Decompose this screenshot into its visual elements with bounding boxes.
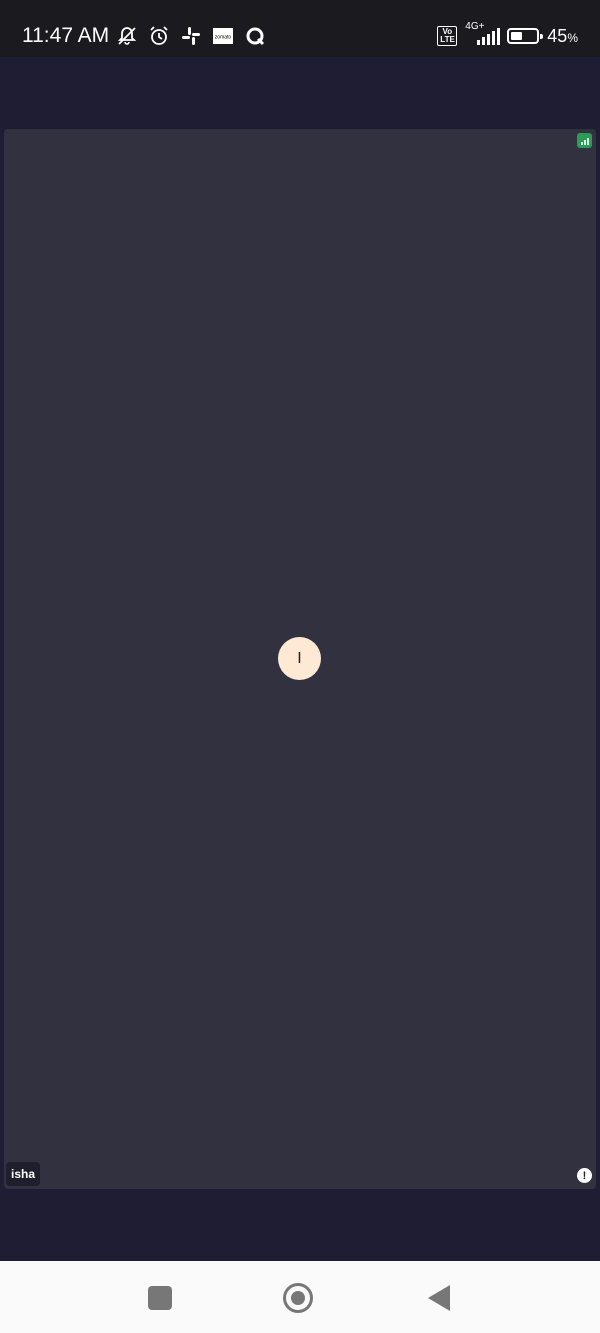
status-time: 11:47 AM: [22, 24, 110, 47]
cellular-signal-icon: 4G+: [465, 22, 501, 47]
recents-icon: [148, 1286, 172, 1310]
recents-button[interactable]: [147, 1285, 173, 1311]
participant-name-tag: isha: [6, 1162, 41, 1186]
system-icons: Vo LTE 4G+ 45%: [437, 22, 578, 48]
navigation-bar: [0, 1261, 600, 1333]
signal-strength-icon[interactable]: [577, 133, 592, 148]
participant-video-tile[interactable]: I isha !: [4, 129, 596, 1189]
home-icon: [283, 1283, 313, 1313]
battery-fill: [511, 32, 523, 40]
battery-percent: 45%: [547, 25, 578, 46]
back-icon: [428, 1285, 450, 1311]
mute-icon: [116, 25, 138, 47]
q-app-icon: [244, 25, 266, 47]
battery-icon: [507, 28, 544, 44]
slack-icon: [180, 25, 202, 47]
participant-avatar: I: [278, 637, 321, 680]
back-button[interactable]: [428, 1285, 454, 1311]
status-bar: 11:47 AM zomato Vo LTE 4G+ 45%: [0, 0, 600, 57]
home-button[interactable]: [283, 1283, 313, 1313]
zomato-label: zomato: [215, 35, 232, 41]
zomato-icon: zomato: [212, 25, 234, 47]
volte-icon: Vo LTE: [437, 26, 458, 46]
notification-icons: zomato: [116, 24, 266, 48]
info-icon[interactable]: !: [577, 1168, 592, 1183]
alarm-icon: [148, 25, 170, 47]
